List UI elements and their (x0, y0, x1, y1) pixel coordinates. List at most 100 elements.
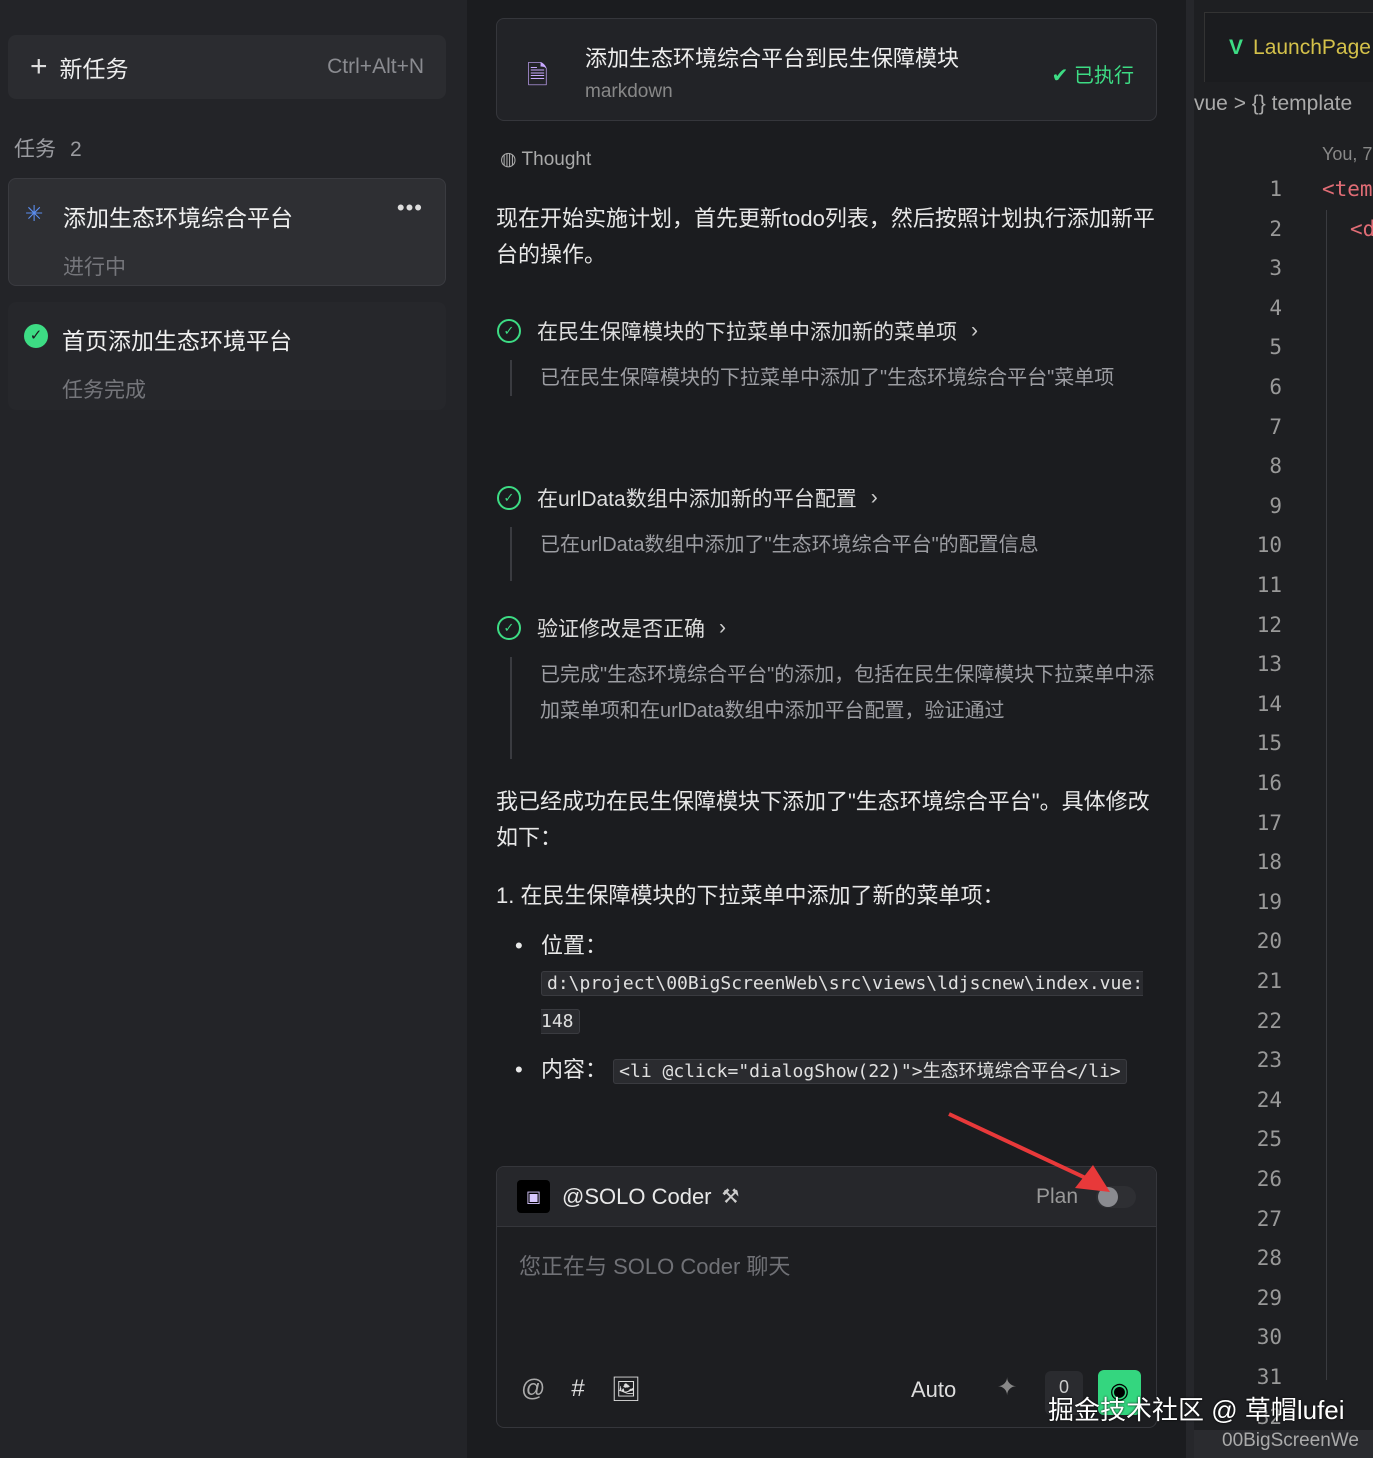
chat-main: 🗎 添加生态环境综合平台到民生保障模块 markdown ✔ 已执行 ◍ Tho… (467, 0, 1186, 1458)
indent-guide (1326, 210, 1327, 1380)
line-number: 22 (1256, 1008, 1282, 1033)
new-task-label: 新任务 (59, 56, 129, 82)
line-number: 24 (1256, 1087, 1282, 1112)
step-detail: 已在民生保障模块的下拉菜单中添加了"生态环境综合平台"菜单项 (510, 360, 1157, 396)
plus-icon: + (30, 50, 48, 83)
status-text: 已执行 (1074, 65, 1134, 87)
line-number: 5 (1269, 335, 1282, 360)
code-line: <tem (1322, 177, 1373, 201)
line-number: 11 (1256, 573, 1282, 597)
line-number: 30 (1256, 1325, 1282, 1350)
brain-icon: ◍ (500, 149, 522, 170)
line-number: 27 (1256, 1206, 1282, 1231)
line-number: 13 (1256, 652, 1282, 677)
chat-input[interactable]: 您正在与 SOLO Coder 聊天 (519, 1249, 790, 1281)
line-number: 1 (1269, 177, 1282, 201)
thought-label: Thought (521, 149, 592, 170)
task-sidebar: + 新任务 Ctrl+Alt+N 任务 2 ✳ 添加生态环境综合平台 进行中 ••… (0, 0, 467, 1458)
content-label: 内容： (541, 1057, 608, 1082)
thought-toggle[interactable]: ◍ Thought (500, 148, 591, 171)
hash-icon[interactable]: # (571, 1375, 584, 1404)
summary-text: 我已经成功在民生保障模块下添加了"生态环境综合平台"。具体修改如下： (496, 789, 1150, 850)
git-blame: You, 7 (1322, 144, 1373, 164)
line-number: 10 (1256, 533, 1282, 558)
tab-label: LaunchPage (1253, 35, 1371, 59)
intro-text: 现在开始实施计划，首先更新todo列表，然后按照计划执行添加新平台的操作。 (496, 206, 1155, 267)
task-item[interactable]: ✓ 首页添加生态环境平台 任务完成 (8, 302, 446, 410)
image-icon[interactable]: 🖼 (611, 1375, 641, 1404)
file-type: markdown (585, 81, 673, 102)
code-line: <d (1350, 217, 1373, 241)
line-number: 14 (1256, 691, 1282, 716)
robot-icon: ▣ (517, 1180, 550, 1213)
step-item[interactable]: ✓ 在urlData数组中添加新的平台配置 › 已在urlData数组中添加了"生态… (497, 483, 1157, 581)
model-selector[interactable]: Auto (911, 1377, 956, 1403)
new-task-button[interactable]: + 新任务 Ctrl+Alt+N (8, 35, 446, 99)
step-detail: 已完成"生态环境综合平台"的添加，包括在民生保障模块下拉菜单中添加菜单项和在ur… (510, 657, 1157, 759)
line-number: 9 (1269, 493, 1282, 518)
line-number: 6 (1269, 375, 1282, 399)
line-number: 2 (1269, 216, 1282, 241)
agent-label[interactable]: @SOLO Coder (562, 1184, 712, 1210)
spinner-icon: ✳ (25, 201, 44, 226)
line-number: 23 (1256, 1048, 1282, 1073)
step-title: 在民生保障模块的下拉菜单中添加新的菜单项 (537, 321, 957, 344)
line-number: 26 (1256, 1167, 1282, 1191)
watermark: 掘金技术社区 @ 草帽lufei (1048, 1395, 1345, 1425)
line-number: 4 (1269, 295, 1282, 320)
tasks-count: 2 (70, 138, 82, 161)
line-number: 25 (1256, 1127, 1282, 1152)
line-number: 15 (1256, 731, 1282, 756)
step-item[interactable]: ✓ 验证修改是否正确 › 已完成"生态环境综合平台"的添加，包括在民生保障模块下拉菜… (497, 613, 1157, 759)
check-circle-icon: ✓ (24, 324, 48, 348)
line-number: 3 (1269, 256, 1282, 281)
status-badge: ✔ 已执行 (1052, 59, 1134, 88)
step-title: 验证修改是否正确 (537, 618, 705, 641)
more-icon[interactable]: ••• (397, 195, 423, 221)
file-card[interactable]: 🗎 添加生态环境综合平台到民生保障模块 markdown ✔ 已执行 (496, 18, 1157, 121)
task-title: 首页添加生态环境平台 (62, 328, 292, 354)
content-bullet: • 内容： <li @click="dialogShow(22)">生态环境综合平… (515, 1052, 1151, 1090)
file-name: 添加生态环境综合平台到民生保障模块 (585, 46, 960, 71)
position-bullet: • 位置： d:\project\00BigScreenWeb\src\views\… (515, 933, 1144, 1034)
chevron-right-icon: › (870, 486, 878, 509)
editor-tab[interactable]: V LaunchPage (1204, 12, 1373, 82)
task-item[interactable]: ✳ 添加生态环境综合平台 进行中 ••• (8, 178, 446, 286)
line-number: 20 (1256, 929, 1282, 954)
tasks-label: 任务 (14, 138, 56, 161)
sparkle-icon[interactable]: ✦ (997, 1373, 1017, 1402)
step-item[interactable]: ✓ 在民生保障模块的下拉菜单中添加新的菜单项 › 已在民生保障模块的下拉菜单中添加了… (497, 316, 1157, 396)
shortcut-hint: Ctrl+Alt+N (327, 55, 424, 78)
vue-icon: V (1229, 35, 1244, 59)
check-icon: ✓ (497, 616, 521, 640)
task-status: 任务完成 (62, 379, 146, 402)
line-number: 17 (1256, 810, 1282, 835)
task-status: 进行中 (63, 256, 126, 279)
code-editor: V LaunchPage vue > {} template You, 7 <te… (1186, 0, 1373, 1458)
check-circle-icon: ✔ (1051, 65, 1074, 87)
line-number: 28 (1256, 1246, 1282, 1271)
line-number: 12 (1256, 612, 1282, 637)
line-number: 18 (1256, 850, 1282, 875)
list-item: 1. 在民生保障模块的下拉菜单中添加了新的菜单项： (496, 883, 1005, 908)
line-number: 31 (1256, 1365, 1282, 1389)
line-number: 16 (1256, 771, 1282, 795)
chevron-right-icon: › (971, 319, 978, 342)
check-icon: ✓ (497, 319, 521, 343)
step-detail: 已在urlData数组中添加了"生态环境综合平台"的配置信息 (510, 527, 1157, 581)
position-label: 位置： (541, 933, 608, 958)
mention-icon[interactable]: @ (521, 1375, 545, 1404)
tasks-header: 任务 2 (14, 133, 82, 163)
check-icon: ✓ (497, 486, 521, 510)
status-bar: 00BigScreenWe (1194, 1430, 1373, 1458)
line-number: 7 (1269, 414, 1282, 439)
tools-icon: ⚒ (721, 1186, 740, 1208)
breadcrumb[interactable]: vue > {} template (1194, 92, 1352, 116)
line-number: 19 (1256, 889, 1282, 914)
task-title: 添加生态环境综合平台 (63, 205, 293, 231)
line-number: 8 (1269, 454, 1282, 479)
line-number: 29 (1256, 1285, 1282, 1310)
project-name: 00BigScreenWe (1222, 1430, 1359, 1451)
document-icon: 🗎 (527, 60, 548, 90)
step-title: 在urlData数组中添加新的平台配置 (537, 488, 857, 511)
